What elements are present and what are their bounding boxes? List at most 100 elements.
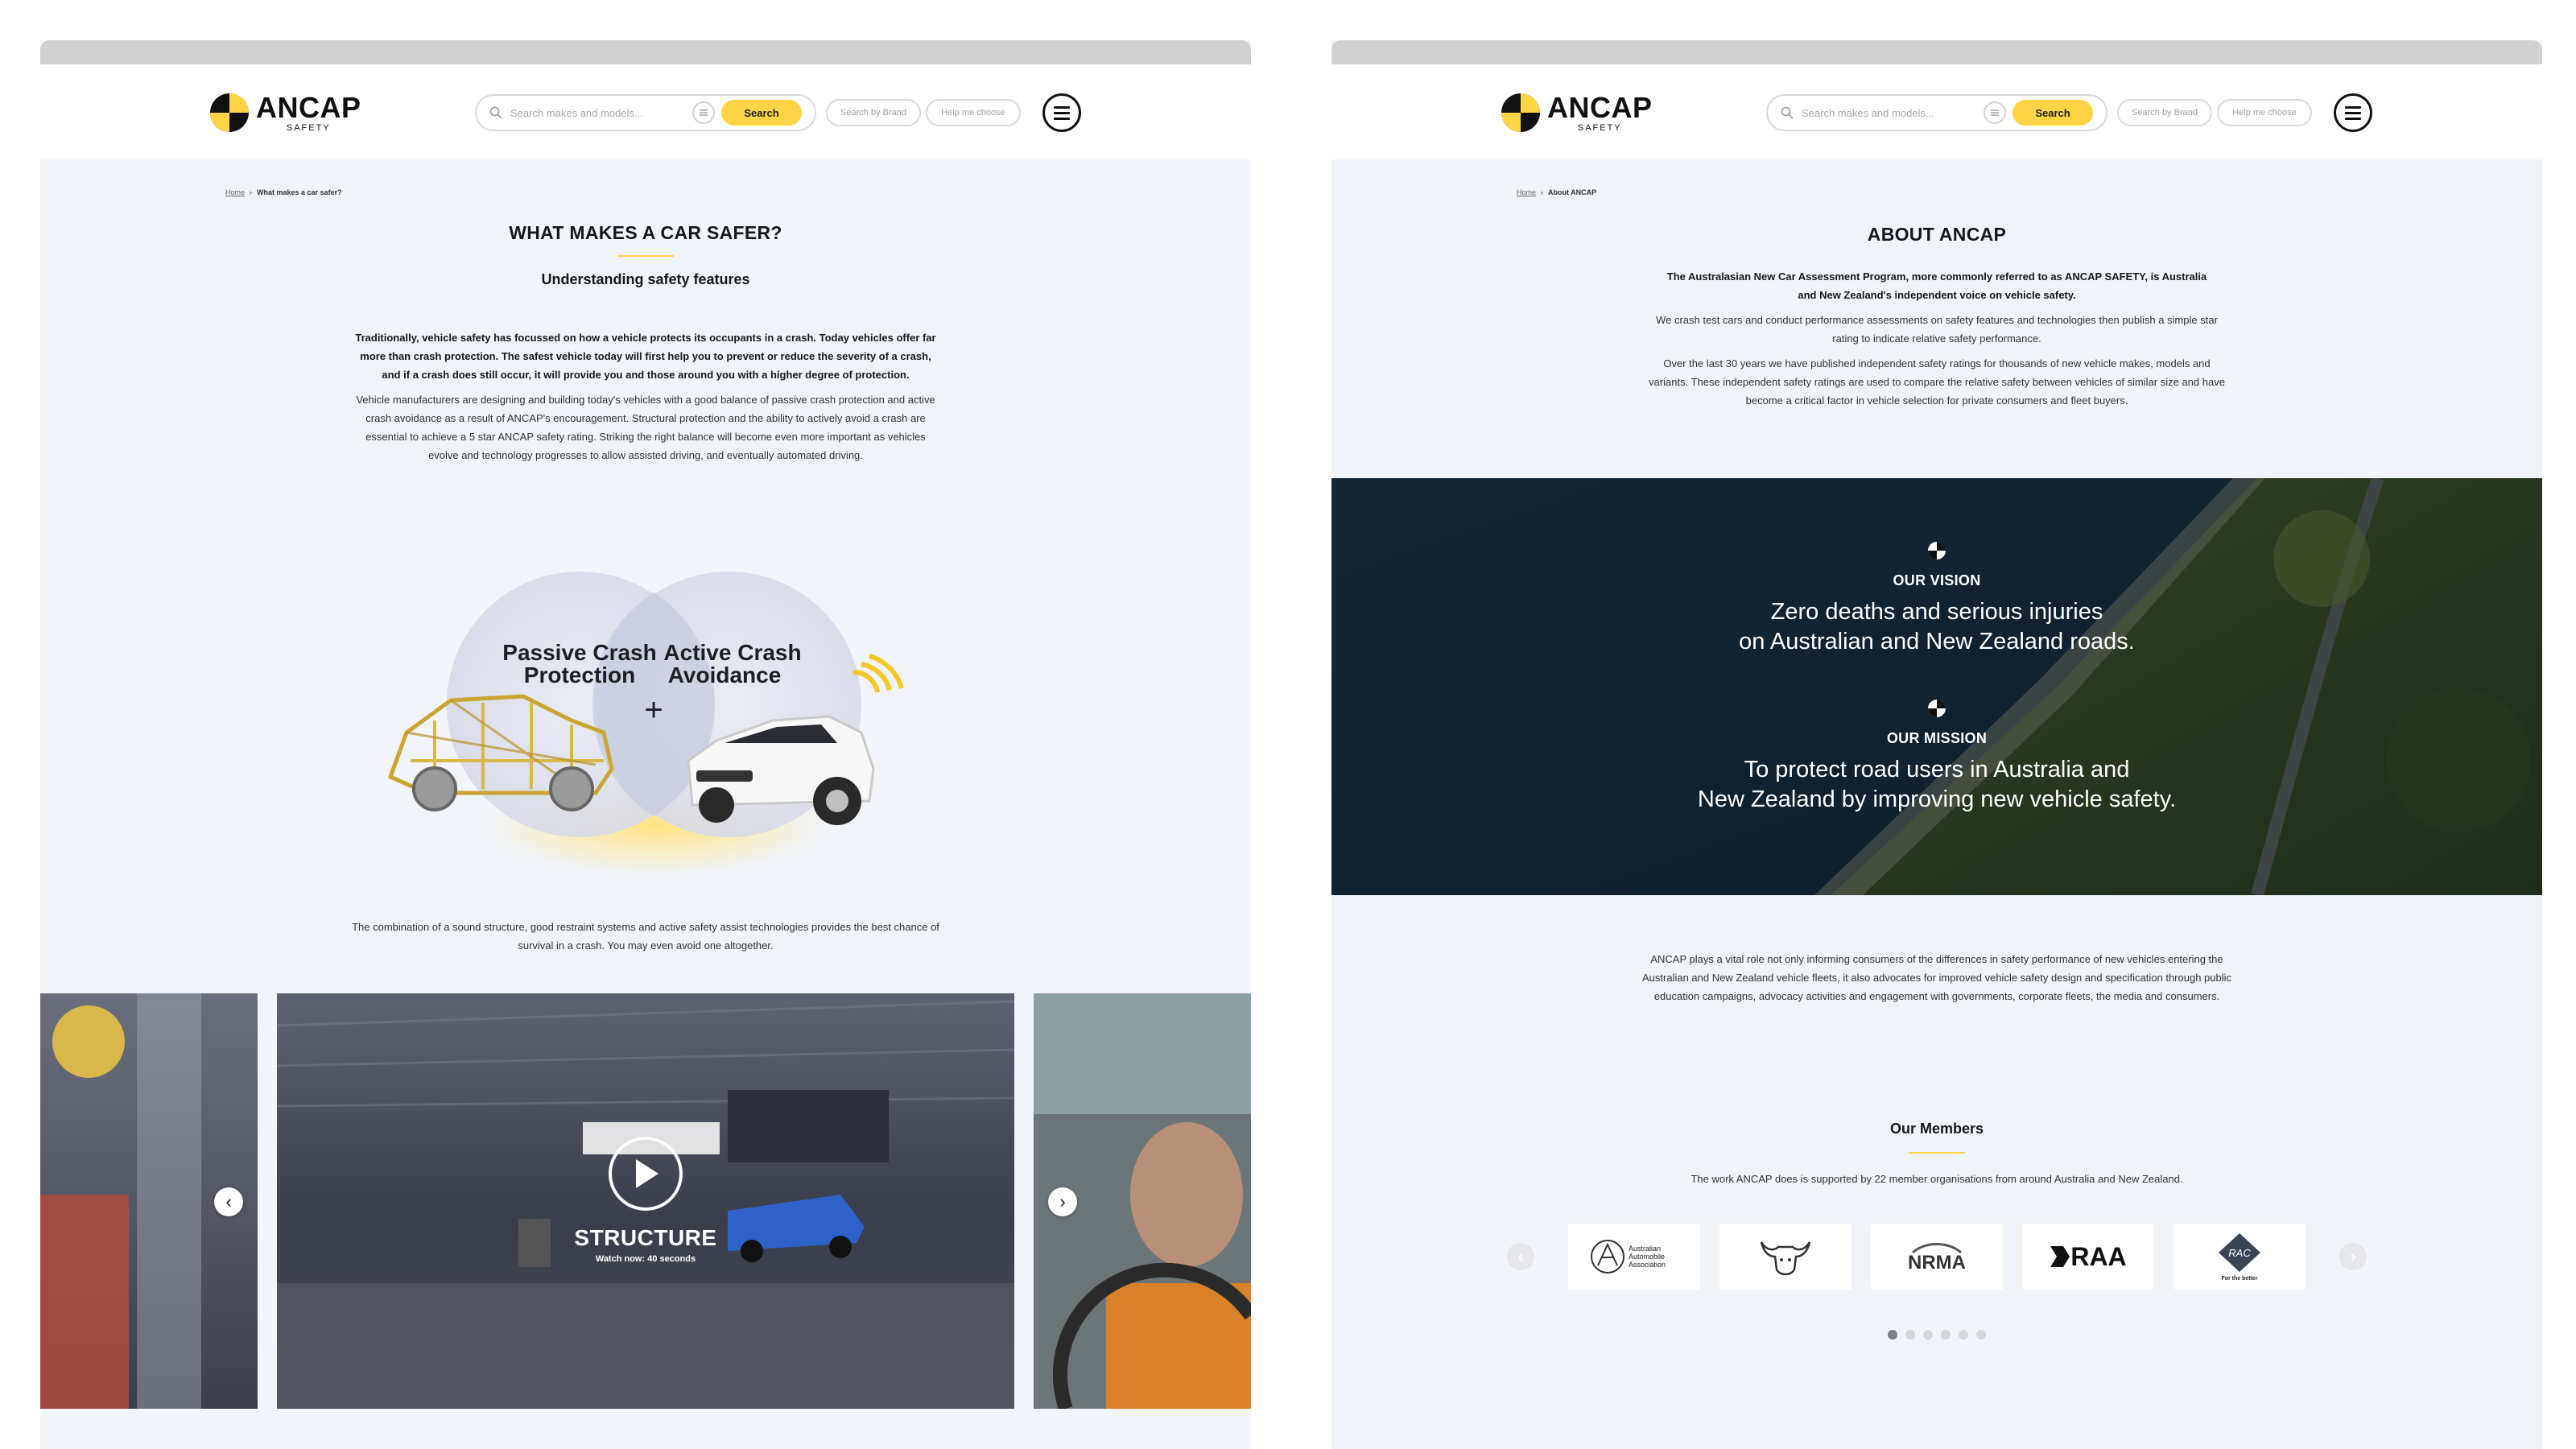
nrma-logo-text: NRMA [1908, 1252, 1966, 1274]
rac-logo: RAC For the better [2219, 1233, 2260, 1282]
search-input[interactable] [1802, 106, 1979, 119]
search-icon [489, 106, 502, 119]
combination-section: The combination of a sound structure, go… [40, 918, 1251, 955]
right-browser-window: ANCAP SAFETY Search Search by Brand Help… [1331, 40, 2542, 1449]
help-me-choose-button[interactable]: Help me choose [2217, 99, 2312, 126]
members-next-arrow-icon[interactable]: › [2339, 1243, 2367, 1270]
venn-left-label-line2: Protection [524, 663, 635, 687]
member-logo-aaa[interactable]: Australian Automobile Association [1568, 1224, 1700, 1290]
members-prev-arrow-icon[interactable]: ‹ [1507, 1243, 1534, 1270]
logo-wordmark: ANCAP [256, 90, 361, 124]
filter-icon[interactable] [1984, 101, 2006, 124]
browser-chrome [40, 40, 1251, 64]
help-me-choose-button[interactable]: Help me choose [926, 99, 1021, 126]
nrma-logo: NRMA [1908, 1243, 1966, 1274]
carousel-slide-active[interactable]: STRUCTURE Watch now: 40 seconds [277, 993, 1014, 1409]
logo-subtitle: SAFETY [1577, 122, 1622, 133]
venn-right-label-line1: Active Crash [663, 640, 801, 665]
vision-line-1: Zero deaths and serious injuries [1770, 599, 2103, 625]
rac-logo-tagline: For the better [2221, 1276, 2257, 1282]
site-header: ANCAP SAFETY Search Search by Brand Help… [1331, 64, 2542, 159]
member-logo-raa[interactable]: RAA [2022, 1224, 2154, 1290]
search-bar: Search [475, 94, 816, 131]
carousel-next-arrow-icon[interactable]: › [1048, 1187, 1077, 1216]
logo-subtitle: SAFETY [286, 122, 331, 133]
raa-logo-text: RAA [2070, 1242, 2126, 1271]
page-title: ABOUT ANCAP [1867, 224, 2007, 245]
search-bar: Search [1766, 94, 2107, 131]
filter-icon[interactable] [692, 101, 715, 124]
pagination-dot[interactable] [1888, 1330, 1897, 1340]
venn-illustration: Passive Crash Protection + Active Crash … [387, 572, 904, 873]
pagination-dot[interactable] [1941, 1330, 1951, 1340]
vision-mission-hero: OUR VISION Zero deaths and serious injur… [1331, 478, 2542, 895]
bull-logo [1760, 1241, 1811, 1276]
about-title-block: ABOUT ANCAP [1331, 224, 2542, 246]
search-button[interactable]: Search [2013, 100, 2093, 126]
ancap-logo[interactable]: ANCAP SAFETY [1501, 93, 1653, 133]
pagination-dot[interactable] [1905, 1330, 1915, 1340]
hamburger-menu-icon[interactable] [2334, 93, 2372, 132]
raa-logo: RAA [2050, 1242, 2127, 1271]
site-header: ANCAP SAFETY Search Search by Brand Help… [40, 64, 1251, 159]
venn-plus-sign: + [644, 692, 663, 728]
rac-logo-text: RAC [2228, 1247, 2251, 1259]
page-title-block: WHAT MAKES A CAR SAFER? Understanding sa… [40, 222, 1251, 288]
video-title: STRUCTURE [574, 1225, 717, 1250]
breadcrumb: Home › About ANCAP [1517, 188, 1596, 196]
search-input[interactable] [510, 106, 687, 119]
left-browser-window: ANCAP SAFETY Search Search by Brand Help… [40, 40, 1251, 1449]
ancap-logo-icon [210, 93, 249, 132]
page-subtitle: Understanding safety features [541, 271, 750, 287]
members-carousel: ‹ Australian Automobile Association NRMA [1331, 1224, 2542, 1293]
breadcrumb: Home › What makes a car safer? [225, 188, 342, 196]
members-paragraph: The work ANCAP does is supported by 22 m… [1690, 1173, 2183, 1185]
mission-line-1: To protect road users in Australia and [1744, 757, 2130, 782]
page-title: WHAT MAKES A CAR SAFER? [509, 222, 782, 243]
vision-line-2: on Australian and New Zealand roads. [1739, 629, 2135, 654]
members-title: Our Members [1889, 1121, 1984, 1137]
breadcrumb-current: What makes a car safer? [257, 188, 342, 196]
venn-left-label-line1: Passive Crash [502, 640, 656, 665]
members-pagination [1331, 1330, 2542, 1340]
carousel-prev-arrow-icon[interactable]: ‹ [214, 1187, 243, 1216]
search-by-brand-button[interactable]: Search by Brand [826, 99, 921, 126]
about-intro-bold: The Australasian New Car Assessment Prog… [1666, 270, 2207, 301]
venn-right-label-line2: Avoidance [668, 663, 782, 687]
member-logo-nrma[interactable]: NRMA [1871, 1224, 2003, 1290]
ancap-logo[interactable]: ANCAP SAFETY [209, 93, 361, 133]
crash-test-video-thumbnail [277, 993, 1014, 1409]
ancap-logo-icon [1501, 93, 1540, 132]
breadcrumb-home-link[interactable]: Home [225, 188, 245, 196]
vision-ancap-icon [1928, 542, 1946, 559]
role-section: ANCAP plays a vital role not only inform… [1331, 950, 2542, 1005]
aaa-logo-line3: Association [1629, 1261, 1666, 1269]
breadcrumb-home-link[interactable]: Home [1517, 188, 1536, 196]
member-logo-bull[interactable] [1719, 1224, 1852, 1290]
combination-paragraph: The combination of a sound structure, go… [352, 921, 939, 952]
intro-section: Traditionally, vehicle safety has focuss… [40, 328, 1251, 464]
pagination-dot[interactable] [1923, 1330, 1933, 1340]
breadcrumb-current: About ANCAP [1548, 188, 1597, 196]
browser-chrome [1331, 40, 2542, 64]
about-intro-section: The Australasian New Car Assessment Prog… [1331, 267, 2542, 410]
mission-line-2: New Zealand by improving new vehicle saf… [1697, 786, 2177, 812]
search-by-brand-button[interactable]: Search by Brand [2117, 99, 2212, 126]
aaa-logo: Australian Automobile Association [1591, 1240, 1666, 1274]
breadcrumb-separator-icon: › [1541, 188, 1544, 196]
members-underline [1909, 1152, 1965, 1154]
pagination-dot[interactable] [1976, 1330, 1986, 1340]
video-duration: Watch now: 40 seconds [595, 1254, 696, 1264]
member-logo-rac[interactable]: RAC For the better [2174, 1224, 2306, 1290]
about-paragraph-1: We crash test cars and conduct performan… [1656, 314, 2218, 345]
mission-label: OUR MISSION [1886, 730, 1988, 746]
vision-label: OUR VISION [1893, 572, 1981, 588]
hamburger-menu-icon[interactable] [1042, 93, 1081, 132]
logo-wordmark: ANCAP [1547, 90, 1653, 124]
safety-venn-diagram: Passive Crash Protection + Active Crash … [338, 559, 966, 881]
search-button[interactable]: Search [721, 100, 802, 126]
title-underline [617, 255, 674, 257]
intro-bold-paragraph: Traditionally, vehicle safety has focuss… [355, 332, 936, 381]
intro-paragraph: Vehicle manufacturers are designing and … [356, 394, 935, 461]
pagination-dot[interactable] [1959, 1330, 1968, 1340]
